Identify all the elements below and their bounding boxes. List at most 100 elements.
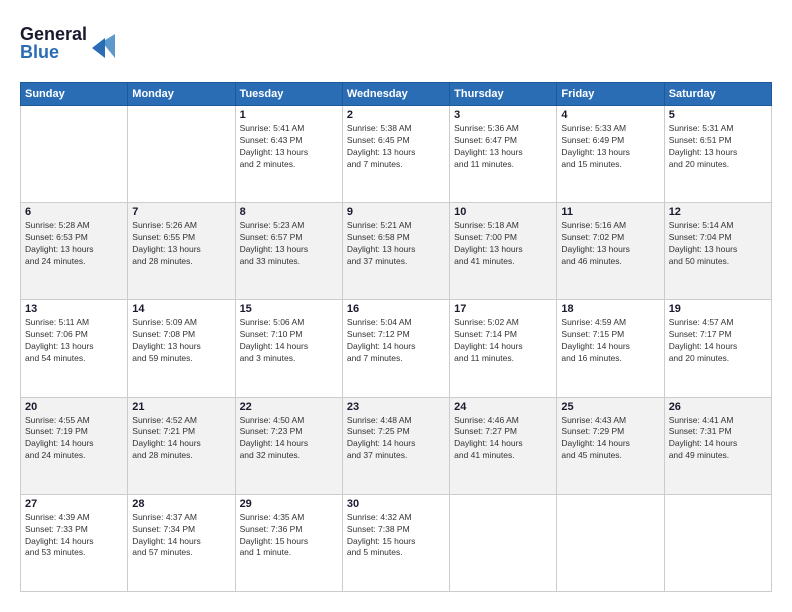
calendar-week-4: 20Sunrise: 4:55 AM Sunset: 7:19 PM Dayli… <box>21 397 772 494</box>
day-info: Sunrise: 5:28 AM Sunset: 6:53 PM Dayligh… <box>25 220 123 268</box>
day-header-tuesday: Tuesday <box>235 83 342 106</box>
calendar-cell: 2 Sunrise: 5:38 AM Sunset: 6:45 PM Daylig… <box>342 106 449 203</box>
day-info: Sunrise: 5:02 AM Sunset: 7:14 PM Dayligh… <box>454 317 552 365</box>
calendar-cell: 29 Sunrise: 4:35 AM Sunset: 7:36 PM Dayli… <box>235 494 342 591</box>
calendar-cell: 19 Sunrise: 4:57 AM Sunset: 7:17 PM Dayli… <box>664 300 771 397</box>
day-info: Sunrise: 5:09 AM Sunset: 7:08 PM Dayligh… <box>132 317 230 365</box>
day-info: Sunrise: 4:35 AM Sunset: 7:36 PM Dayligh… <box>240 512 338 560</box>
day-number: 7 <box>132 206 230 218</box>
day-info: Sunrise: 5:14 AM Sunset: 7:04 PM Dayligh… <box>669 220 767 268</box>
day-info: Sunrise: 5:41 AM Sunset: 6:43 PM Dayligh… <box>240 123 338 171</box>
day-info: Sunrise: 5:11 AM Sunset: 7:06 PM Dayligh… <box>25 317 123 365</box>
day-header-monday: Monday <box>128 83 235 106</box>
calendar-cell: 1 Sunrise: 5:41 AM Sunset: 6:43 PM Daylig… <box>235 106 342 203</box>
day-info: Sunrise: 4:59 AM Sunset: 7:15 PM Dayligh… <box>561 317 659 365</box>
day-number: 15 <box>240 303 338 315</box>
logo: General Blue <box>20 20 130 70</box>
calendar-cell: 17 Sunrise: 5:02 AM Sunset: 7:14 PM Dayli… <box>450 300 557 397</box>
day-number: 20 <box>25 401 123 413</box>
day-info: Sunrise: 4:39 AM Sunset: 7:33 PM Dayligh… <box>25 512 123 560</box>
logo-text: General Blue <box>20 20 130 70</box>
calendar-page: General Blue SundayMondayTuesdayWednesda… <box>0 0 792 612</box>
day-header-wednesday: Wednesday <box>342 83 449 106</box>
calendar-cell: 21 Sunrise: 4:52 AM Sunset: 7:21 PM Dayli… <box>128 397 235 494</box>
day-info: Sunrise: 5:36 AM Sunset: 6:47 PM Dayligh… <box>454 123 552 171</box>
calendar-cell: 20Sunrise: 4:55 AM Sunset: 7:19 PM Dayli… <box>21 397 128 494</box>
svg-text:Blue: Blue <box>20 42 59 62</box>
day-info: Sunrise: 5:18 AM Sunset: 7:00 PM Dayligh… <box>454 220 552 268</box>
calendar-cell: 15 Sunrise: 5:06 AM Sunset: 7:10 PM Dayli… <box>235 300 342 397</box>
calendar-cell: 3 Sunrise: 5:36 AM Sunset: 6:47 PM Daylig… <box>450 106 557 203</box>
day-number: 11 <box>561 206 659 218</box>
calendar-cell: 25 Sunrise: 4:43 AM Sunset: 7:29 PM Dayli… <box>557 397 664 494</box>
day-info: Sunrise: 4:41 AM Sunset: 7:31 PM Dayligh… <box>669 415 767 463</box>
calendar-cell: 16Sunrise: 5:04 AM Sunset: 7:12 PM Dayli… <box>342 300 449 397</box>
day-number: 26 <box>669 401 767 413</box>
day-info: Sunrise: 5:04 AM Sunset: 7:12 PM Dayligh… <box>347 317 445 365</box>
day-number: 27 <box>25 498 123 510</box>
day-header-saturday: Saturday <box>664 83 771 106</box>
day-number: 2 <box>347 109 445 121</box>
day-header-thursday: Thursday <box>450 83 557 106</box>
day-number: 3 <box>454 109 552 121</box>
calendar-cell: 10 Sunrise: 5:18 AM Sunset: 7:00 PM Dayli… <box>450 203 557 300</box>
day-number: 9 <box>347 206 445 218</box>
day-number: 21 <box>132 401 230 413</box>
calendar-cell: 24 Sunrise: 4:46 AM Sunset: 7:27 PM Dayli… <box>450 397 557 494</box>
day-info: Sunrise: 4:43 AM Sunset: 7:29 PM Dayligh… <box>561 415 659 463</box>
day-number: 19 <box>669 303 767 315</box>
day-info: Sunrise: 5:23 AM Sunset: 6:57 PM Dayligh… <box>240 220 338 268</box>
day-info: Sunrise: 4:37 AM Sunset: 7:34 PM Dayligh… <box>132 512 230 560</box>
calendar-table: SundayMondayTuesdayWednesdayThursdayFrid… <box>20 82 772 592</box>
day-info: Sunrise: 5:16 AM Sunset: 7:02 PM Dayligh… <box>561 220 659 268</box>
calendar-cell <box>450 494 557 591</box>
calendar-cell: 28 Sunrise: 4:37 AM Sunset: 7:34 PM Dayli… <box>128 494 235 591</box>
calendar-cell <box>664 494 771 591</box>
calendar-cell <box>557 494 664 591</box>
day-info: Sunrise: 5:38 AM Sunset: 6:45 PM Dayligh… <box>347 123 445 171</box>
day-number: 22 <box>240 401 338 413</box>
calendar-cell: 26 Sunrise: 4:41 AM Sunset: 7:31 PM Dayli… <box>664 397 771 494</box>
calendar-cell: 5Sunrise: 5:31 AM Sunset: 6:51 PM Daylig… <box>664 106 771 203</box>
day-number: 5 <box>669 109 767 121</box>
day-info: Sunrise: 4:57 AM Sunset: 7:17 PM Dayligh… <box>669 317 767 365</box>
day-number: 14 <box>132 303 230 315</box>
calendar-week-3: 13 Sunrise: 5:11 AM Sunset: 7:06 PM Dayli… <box>21 300 772 397</box>
calendar-cell: 14 Sunrise: 5:09 AM Sunset: 7:08 PM Dayli… <box>128 300 235 397</box>
day-number: 29 <box>240 498 338 510</box>
calendar-cell: 7 Sunrise: 5:26 AM Sunset: 6:55 PM Daylig… <box>128 203 235 300</box>
day-info: Sunrise: 4:32 AM Sunset: 7:38 PM Dayligh… <box>347 512 445 560</box>
day-number: 23 <box>347 401 445 413</box>
page-header: General Blue <box>20 20 772 70</box>
day-number: 28 <box>132 498 230 510</box>
day-number: 13 <box>25 303 123 315</box>
calendar-cell <box>128 106 235 203</box>
day-info: Sunrise: 5:26 AM Sunset: 6:55 PM Dayligh… <box>132 220 230 268</box>
day-info: Sunrise: 4:50 AM Sunset: 7:23 PM Dayligh… <box>240 415 338 463</box>
day-header-friday: Friday <box>557 83 664 106</box>
calendar-cell: 23 Sunrise: 4:48 AM Sunset: 7:25 PM Dayli… <box>342 397 449 494</box>
day-info: Sunrise: 5:33 AM Sunset: 6:49 PM Dayligh… <box>561 123 659 171</box>
day-number: 30 <box>347 498 445 510</box>
day-info: Sunrise: 4:46 AM Sunset: 7:27 PM Dayligh… <box>454 415 552 463</box>
calendar-cell: 6 Sunrise: 5:28 AM Sunset: 6:53 PM Daylig… <box>21 203 128 300</box>
day-info: Sunrise: 5:21 AM Sunset: 6:58 PM Dayligh… <box>347 220 445 268</box>
day-number: 25 <box>561 401 659 413</box>
day-number: 8 <box>240 206 338 218</box>
day-number: 1 <box>240 109 338 121</box>
day-number: 6 <box>25 206 123 218</box>
day-header-sunday: Sunday <box>21 83 128 106</box>
calendar-cell: 22 Sunrise: 4:50 AM Sunset: 7:23 PM Dayli… <box>235 397 342 494</box>
day-info: Sunrise: 5:06 AM Sunset: 7:10 PM Dayligh… <box>240 317 338 365</box>
calendar-cell: 11 Sunrise: 5:16 AM Sunset: 7:02 PM Dayli… <box>557 203 664 300</box>
day-number: 10 <box>454 206 552 218</box>
day-number: 24 <box>454 401 552 413</box>
calendar-cell: 30 Sunrise: 4:32 AM Sunset: 7:38 PM Dayli… <box>342 494 449 591</box>
calendar-week-5: 27 Sunrise: 4:39 AM Sunset: 7:33 PM Dayli… <box>21 494 772 591</box>
day-info: Sunrise: 4:52 AM Sunset: 7:21 PM Dayligh… <box>132 415 230 463</box>
day-info: Sunrise: 4:48 AM Sunset: 7:25 PM Dayligh… <box>347 415 445 463</box>
svg-text:General: General <box>20 24 87 44</box>
day-number: 17 <box>454 303 552 315</box>
calendar-cell: 9 Sunrise: 5:21 AM Sunset: 6:58 PM Daylig… <box>342 203 449 300</box>
day-number: 4 <box>561 109 659 121</box>
